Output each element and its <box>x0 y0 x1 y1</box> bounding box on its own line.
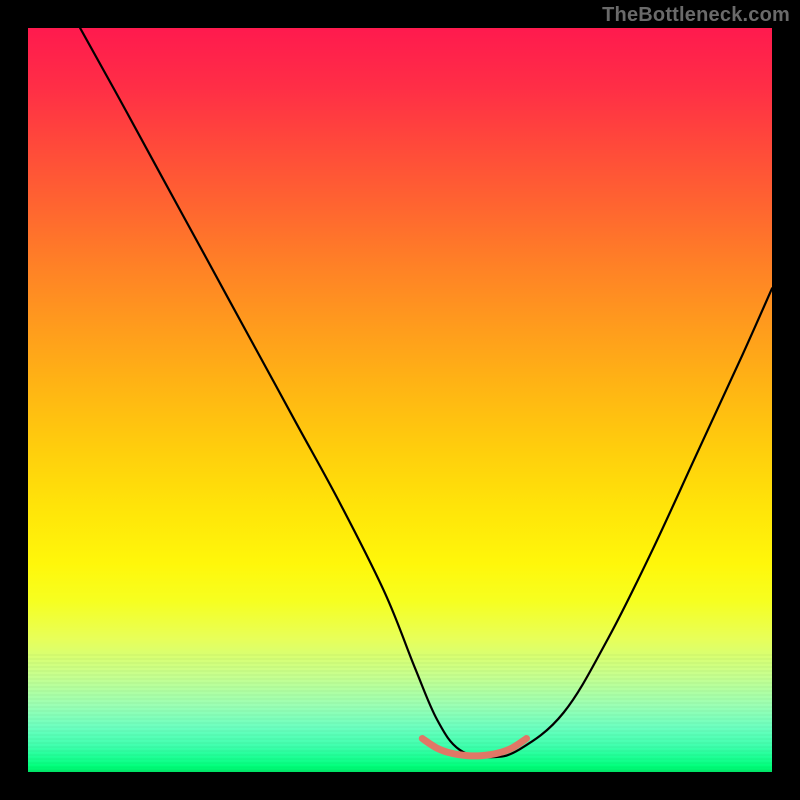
main-curve <box>80 28 772 757</box>
chart-stage: TheBottleneck.com <box>0 0 800 800</box>
watermark-text: TheBottleneck.com <box>602 4 790 27</box>
curve-layer <box>28 28 772 772</box>
plot-area <box>28 28 772 772</box>
